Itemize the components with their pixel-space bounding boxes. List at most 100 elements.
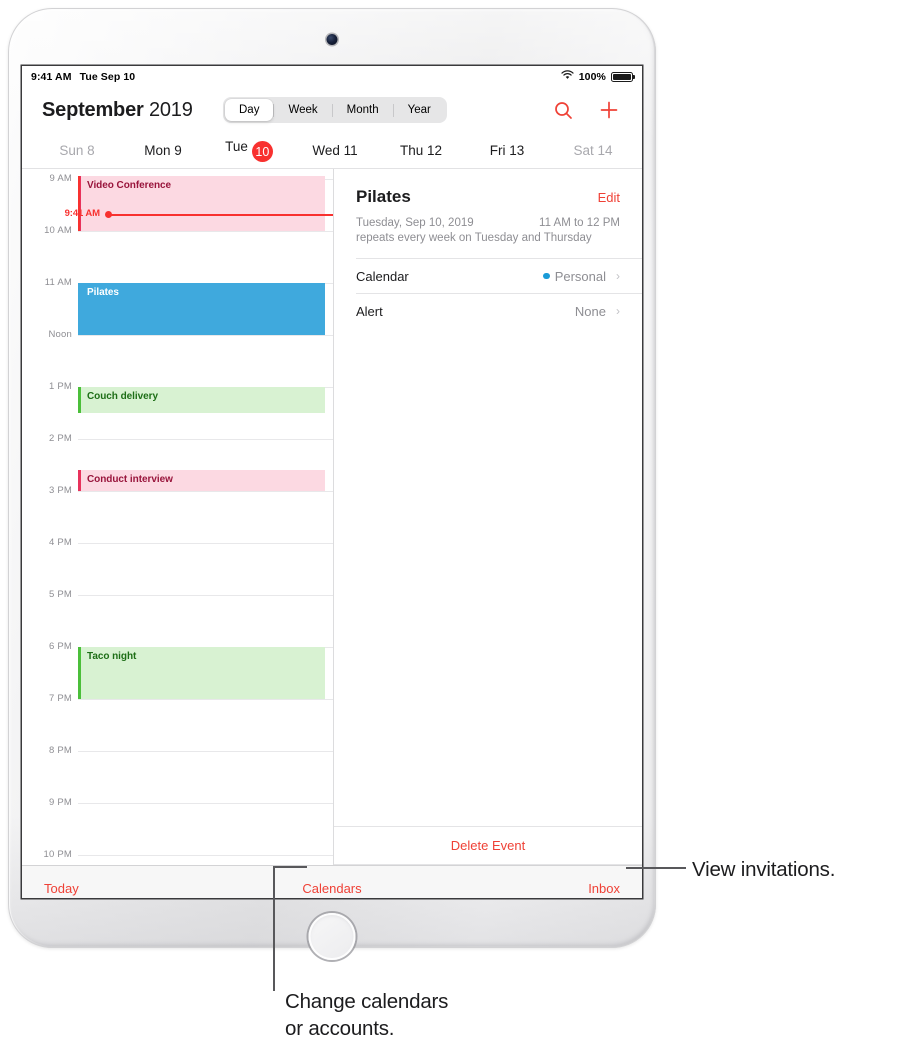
plus-icon[interactable]	[598, 99, 620, 121]
segment-month[interactable]: Month	[333, 99, 393, 121]
event-date: Tuesday, Sep 10, 2019	[356, 217, 474, 229]
hour-line	[78, 231, 333, 232]
delete-event-button[interactable]: Delete Event	[334, 826, 642, 865]
event-title: Pilates	[356, 187, 411, 206]
calendar-event[interactable]: Video Conference	[78, 176, 325, 231]
day-cell-mon[interactable]: Mon 9	[120, 143, 206, 158]
search-icon[interactable]	[552, 99, 574, 121]
timeline-inner: 9 AM 10 AM 11 AM Noon 1 PM 2 PM 3 PM 4 PM 5 PM 6 …	[22, 169, 333, 865]
wifi-icon	[561, 70, 574, 83]
segment-week[interactable]: Week	[274, 99, 331, 121]
title-month: September	[42, 98, 144, 121]
day-name: Tue	[225, 138, 248, 154]
event-detail-pane: Pilates Edit Tuesday, Sep 10, 2019 11 AM…	[334, 169, 642, 865]
hour-line	[78, 439, 333, 440]
detail-row-value: None	[574, 303, 606, 319]
hour-line	[78, 491, 333, 492]
hour-line	[78, 803, 333, 804]
battery-full-icon	[611, 71, 635, 82]
calendar-event[interactable]: Conduct interview	[78, 470, 325, 491]
hour-line	[78, 855, 333, 856]
day-number: 14	[597, 143, 613, 158]
hour-line	[78, 751, 333, 752]
selected-day-badge: 10	[251, 141, 273, 163]
day-cell-sat[interactable]: Sat 14	[550, 143, 636, 158]
week-day-strip[interactable]: Sun 8 Mon 9 Tue 10 Wed 11 Thu 12 Fri 13 …	[22, 133, 642, 169]
detail-spacer	[334, 328, 642, 826]
chevron-right-icon: ›	[616, 269, 620, 283]
segment-day[interactable]: Day	[225, 99, 274, 121]
edit-button[interactable]: Edit	[598, 190, 620, 205]
detail-row-value-group: Personal ›	[543, 269, 620, 284]
day-cell-fri[interactable]: Fri 13	[464, 143, 550, 158]
current-time-line	[110, 214, 333, 216]
bottom-toolbar: Today Calendars Inbox	[22, 865, 642, 898]
main-content: 9 AM 10 AM 11 AM Noon 1 PM 2 PM 3 PM 4 PM 5 PM 6 …	[22, 169, 642, 865]
hour-label: 3 PM	[49, 485, 72, 496]
day-number: 8	[87, 143, 95, 158]
callout-leader-inbox	[626, 867, 686, 869]
hour-line	[78, 595, 333, 596]
hour-label: 9 PM	[49, 797, 72, 808]
hour-label: 6 PM	[49, 641, 72, 652]
nav-actions	[552, 99, 628, 121]
hour-label: 8 PM	[49, 745, 72, 756]
hour-line	[78, 699, 333, 700]
view-mode-segmented-control[interactable]: Day Week Month Year	[223, 97, 447, 123]
callout-calendars-text: Change calendars or accounts.	[285, 988, 448, 1042]
day-cell-wed[interactable]: Wed 11	[292, 143, 378, 158]
ipad-device-frame: 9:41 AM Tue Sep 10 100% September 2019 D…	[8, 8, 656, 960]
day-name: Thu	[399, 143, 424, 158]
today-button[interactable]: Today	[44, 881, 79, 896]
calendar-event-title: Couch delivery	[87, 391, 158, 402]
chevron-right-icon: ›	[616, 304, 620, 318]
calendar-event[interactable]: Taco night	[78, 647, 325, 699]
inbox-button[interactable]: Inbox	[588, 881, 620, 896]
detail-row-label: Calendar	[356, 268, 409, 284]
calendar-event[interactable]: Pilates	[78, 283, 325, 335]
calendars-button[interactable]: Calendars	[302, 881, 361, 896]
detail-row-alert[interactable]: Alert None ›	[356, 293, 642, 328]
segment-year[interactable]: Year	[394, 99, 445, 121]
callout-calendars-line2: or accounts.	[285, 1017, 395, 1041]
day-number: 11	[343, 143, 358, 158]
battery-percent: 100%	[578, 70, 606, 83]
status-right-group: 100%	[561, 70, 635, 83]
day-cell-sun[interactable]: Sun 8	[34, 143, 120, 158]
title-year: 2019	[148, 98, 193, 121]
detail-row-label: Alert	[356, 303, 383, 319]
home-button[interactable]	[308, 913, 356, 960]
day-name: Sat	[573, 143, 594, 158]
hour-label: 4 PM	[49, 537, 72, 548]
hour-line	[78, 335, 333, 336]
callout-leader-calendars-v	[273, 866, 275, 991]
screenshot-root: 9:41 AM Tue Sep 10 100% September 2019 D…	[0, 0, 912, 1059]
status-time: 9:41 AM	[31, 70, 72, 83]
day-cell-tue-selected[interactable]: Tue 10	[206, 139, 292, 163]
day-name: Fri	[489, 143, 506, 158]
calendar-event-title: Video Conference	[87, 180, 172, 192]
detail-date-row: Tuesday, Sep 10, 2019 11 AM to 12 PM	[356, 217, 620, 229]
detail-row-value-group: None ›	[575, 304, 620, 319]
day-cell-thu[interactable]: Thu 12	[378, 143, 464, 158]
day-name: Sun	[59, 143, 84, 158]
day-name: Mon	[144, 143, 171, 158]
front-camera-icon	[326, 34, 338, 45]
hour-label: 9 AM	[49, 173, 72, 184]
calendar-event[interactable]: Couch delivery	[78, 387, 325, 413]
day-timeline[interactable]: 9 AM 10 AM 11 AM Noon 1 PM 2 PM 3 PM 4 PM 5 PM 6 …	[22, 169, 334, 865]
hour-label: 10 AM	[44, 225, 72, 236]
day-number: 9	[174, 143, 182, 158]
callout-inbox-text: View invitations.	[692, 858, 836, 881]
hour-label: 1 PM	[49, 381, 72, 392]
calendar-color-dot-icon	[543, 272, 550, 280]
ipad-screen: 9:41 AM Tue Sep 10 100% September 2019 D…	[22, 66, 642, 898]
detail-meta: Tuesday, Sep 10, 2019 11 AM to 12 PM rep…	[334, 207, 642, 244]
hour-label: 11 AM	[44, 277, 72, 288]
day-number: 12	[427, 143, 443, 158]
status-date: Tue Sep 10	[79, 70, 136, 83]
detail-row-calendar[interactable]: Calendar Personal ›	[356, 258, 642, 293]
navigation-bar: September 2019 Day Week Month Year	[22, 87, 642, 133]
event-time-range: 11 AM to 12 PM	[539, 217, 620, 229]
hour-label: 10 PM	[43, 849, 72, 860]
